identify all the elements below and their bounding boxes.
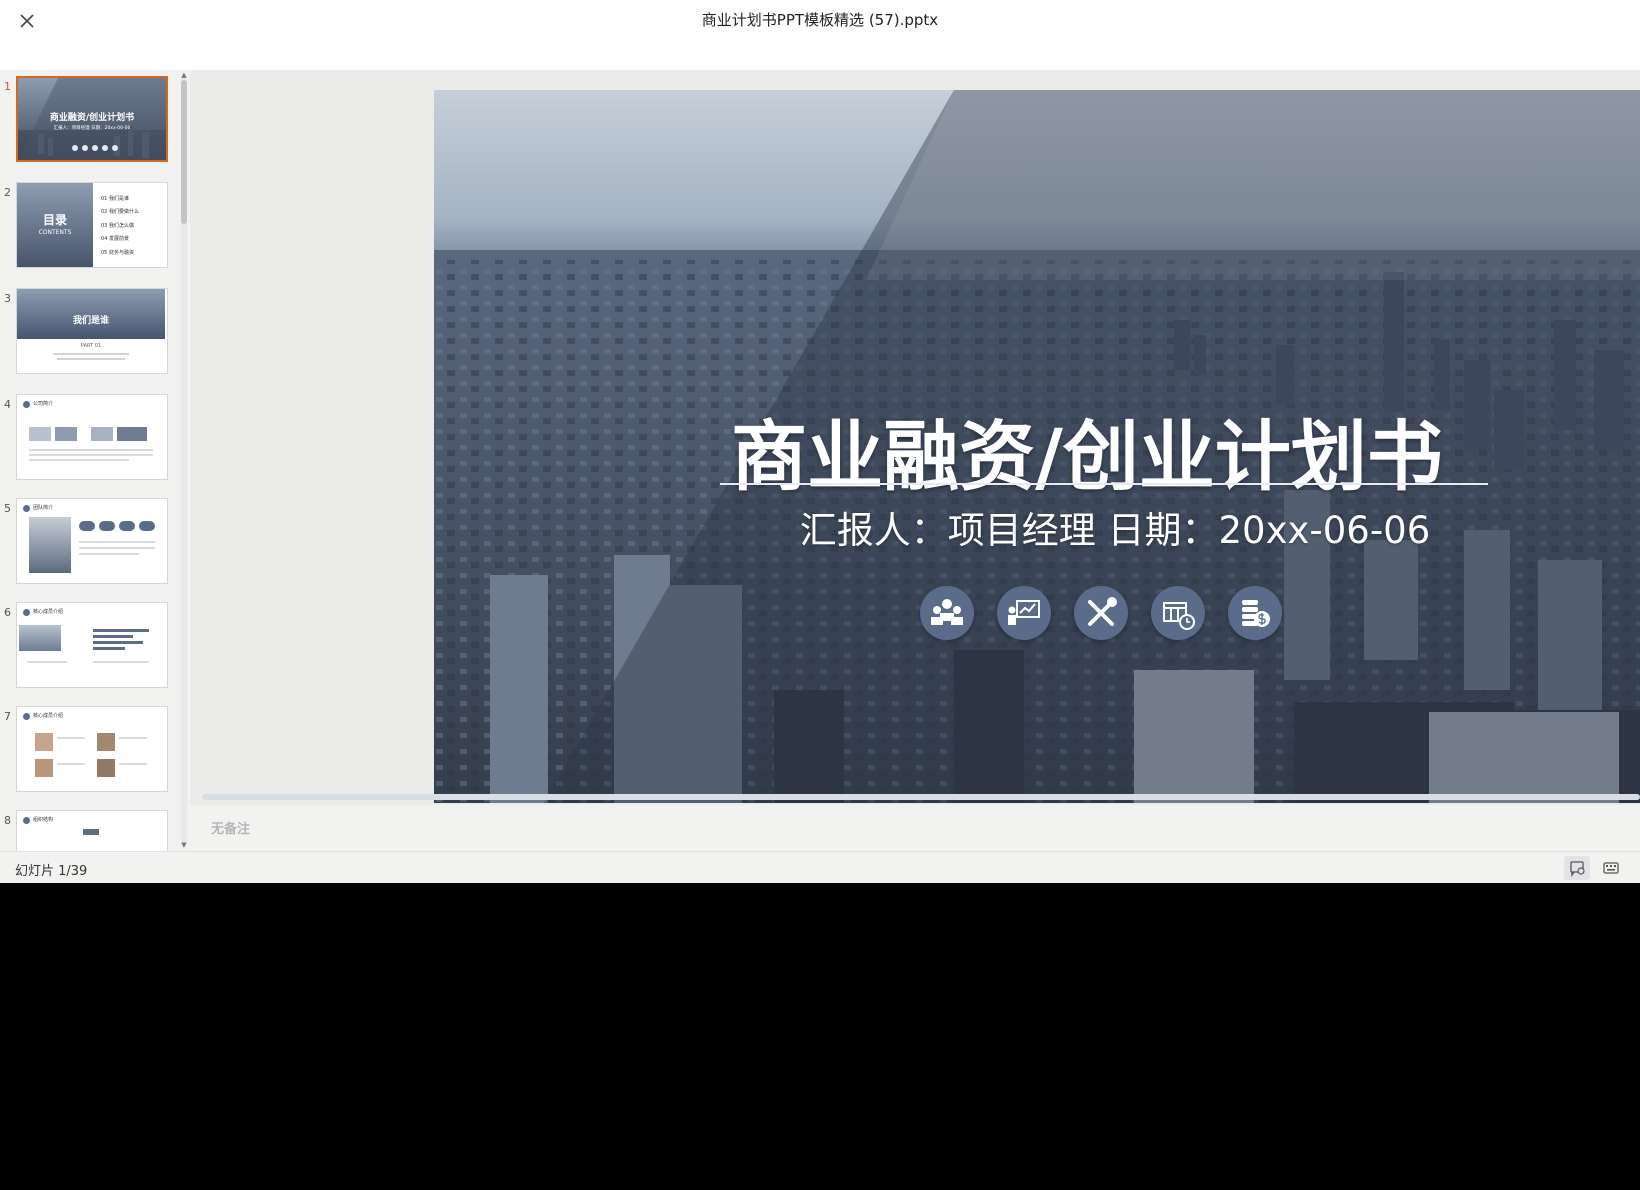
thumbnail-number: 3 [4, 292, 11, 305]
thumbnail-card[interactable]: 目录 CONTENTS 01 我们是谁 02 我们要做什么 03 我们怎么做 0… [16, 182, 168, 268]
document-title: 商业计划书PPT模板精选 (57).pptx [701, 11, 939, 29]
presentation-chart-icon [997, 586, 1051, 640]
keyboard-icon [1603, 862, 1619, 874]
thumbnail-slide-3[interactable]: 3 我们是谁 PART 01 [0, 288, 178, 380]
slide-thumbnail-panel: 1 商业融资/创业计划书 汇报人：项目经理 日期：20xx-06-06 2 目录… [0, 70, 190, 851]
thumbnail-title: 我们是谁 [72, 316, 109, 326]
presentation-viewer: 商业计划书PPT模板精选 (57).pptx 1 商业融资/创业计划书 汇报人：… [0, 0, 1640, 883]
thumbnail-slide-4[interactable]: 4 公司简介 [0, 394, 178, 486]
list-item: 05 财务与融资 [101, 249, 134, 256]
thumbnail-slide-5[interactable]: 5 团队简介 [0, 498, 178, 590]
thumbnail-number: 5 [4, 502, 11, 515]
status-bar: 幻灯片 1/39 [0, 851, 1640, 883]
thumbnail-number: 1 [4, 80, 11, 93]
thumbnail-number: 4 [4, 398, 11, 411]
thumbnail-contents-list: 01 我们是谁 02 我们要做什么 03 我们怎么做 04 发展前景 05 财务… [101, 193, 165, 260]
title-divider [720, 483, 1488, 485]
thumbnail-number: 7 [4, 710, 11, 723]
feature-icon-row [920, 586, 1300, 642]
thumbnail-card[interactable]: 团队简介 [16, 498, 168, 584]
thumbnail-title: 组织结构 [33, 817, 54, 823]
tools-icon [1074, 586, 1128, 640]
keyboard-button[interactable] [1598, 856, 1624, 880]
thumbnail-slide-6[interactable]: 6 核心成员介绍 [0, 602, 178, 694]
bullet-icon [23, 505, 30, 512]
thumbnail-card[interactable]: 商业融资/创业计划书 汇报人：项目经理 日期：20xx-06-06 [16, 76, 168, 162]
slide-stage: 商业融资/创业计划书 汇报人：项目经理 日期：20xx-06-06 [190, 70, 1640, 805]
thumbnail-slide-7[interactable]: 7 核心成员介绍 [0, 706, 178, 798]
notes-toggle-button[interactable] [1564, 856, 1590, 880]
thumbnail-number: 2 [4, 186, 11, 199]
thumbnail-slide-8[interactable]: 8 组织结构 [0, 810, 178, 851]
thumbnail-card[interactable]: 核心成员介绍 [16, 706, 168, 792]
thumbnail-heading: 目录 [42, 213, 67, 227]
bullet-icon [23, 817, 30, 824]
thumbnail-scrollbar[interactable]: ▲ ▼ [180, 72, 188, 849]
team-icon [920, 586, 974, 640]
slide-subtitle: 汇报人：项目经理 日期：20xx-06-06 [799, 509, 1431, 552]
bullet-icon [23, 401, 30, 408]
list-item: 04 发展前景 [101, 236, 129, 243]
thumbnail-icons [72, 136, 118, 155]
list-item: 01 我们是谁 [101, 196, 129, 202]
thumbnail-title: 核心成员介绍 [33, 609, 64, 615]
thumbnail-slide-1[interactable]: 1 商业融资/创业计划书 汇报人：项目经理 日期：20xx-06-06 [0, 76, 178, 168]
thumbnail-card[interactable]: 组织结构 [16, 810, 168, 851]
list-item: 03 我们怎么做 [101, 222, 134, 229]
slide-title: 商业融资/创业计划书 [731, 412, 1443, 501]
thumbnail-title: 商业融资/创业计划书 [49, 113, 135, 123]
thumbnail-heading-en: CONTENTS [38, 229, 72, 236]
notes-placeholder[interactable]: 无备注 [211, 818, 250, 837]
thumbnail-number: 8 [4, 814, 11, 827]
calendar-clock-icon [1151, 586, 1205, 640]
stage-horizontal-scrollbar[interactable] [202, 794, 1640, 800]
thumbnail-number: 6 [4, 606, 11, 619]
bullet-icon [23, 609, 30, 616]
slide-counter: 幻灯片 1/39 [15, 864, 88, 879]
thumbnail-part: PART 01 [80, 343, 102, 349]
avatar [97, 759, 115, 777]
scrollbar-thumb[interactable] [181, 80, 187, 224]
title-bar: 商业计划书PPT模板精选 (57).pptx [0, 0, 1640, 70]
thumbnail-card[interactable]: 核心成员介绍 [16, 602, 168, 688]
thumbnail-title: 公司简介 [33, 401, 54, 407]
thumbnail-title: 核心成员介绍 [33, 713, 64, 719]
thumbnail-card[interactable]: 我们是谁 PART 01 [16, 288, 168, 374]
thumbnail-title: 团队简介 [33, 505, 54, 511]
thumbnail-card[interactable]: 公司简介 [16, 394, 168, 480]
notes-icon [1570, 861, 1585, 878]
avatar [35, 733, 53, 751]
avatar [97, 733, 115, 751]
scroll-down-icon[interactable]: ▼ [180, 842, 188, 849]
avatar [35, 759, 53, 777]
bullet-icon [23, 713, 30, 720]
thumbnail-subtitle: 汇报人：项目经理 日期：20xx-06-06 [53, 126, 131, 131]
current-slide[interactable]: 商业融资/创业计划书 汇报人：项目经理 日期：20xx-06-06 [434, 90, 1640, 803]
thumbnail-slide-2[interactable]: 2 目录 CONTENTS 01 我们是谁 02 我们要做什么 03 我们怎么做… [0, 182, 178, 274]
list-item: 02 我们要做什么 [101, 209, 139, 216]
coins-dollar-icon [1228, 586, 1282, 640]
